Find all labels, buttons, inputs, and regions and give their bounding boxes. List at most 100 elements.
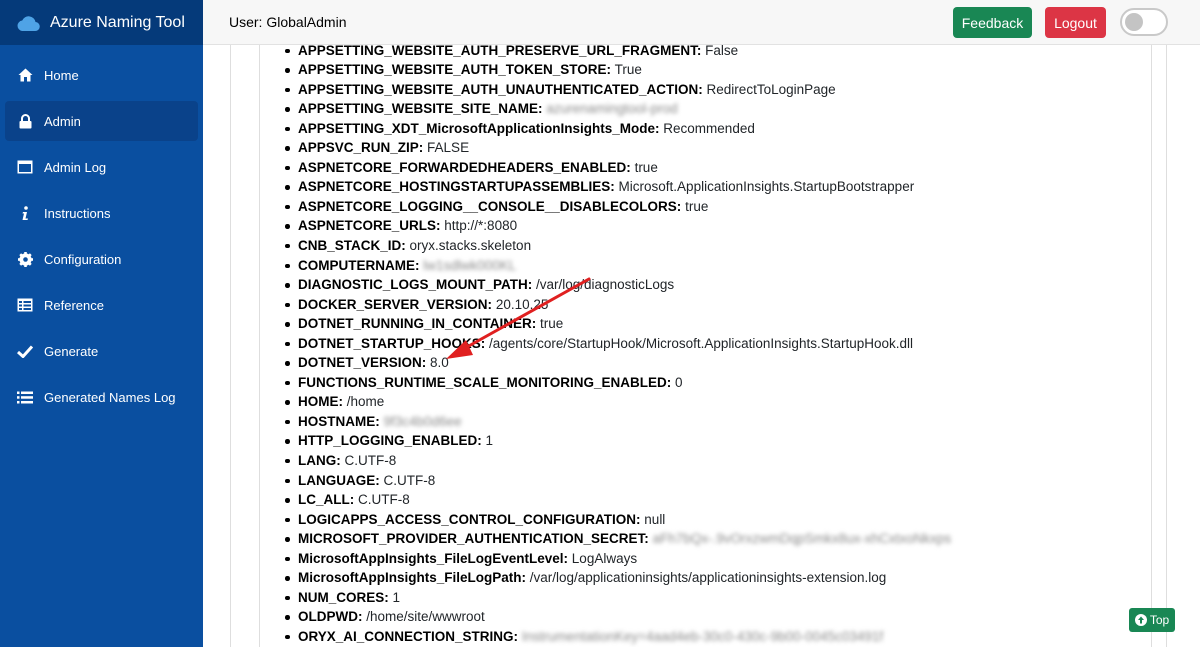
env-variable-key: LANG:	[298, 452, 341, 468]
env-variable-item: LC_ALL: C.UTF-8	[285, 490, 951, 510]
env-variable-key: DIAGNOSTIC_LOGS_MOUNT_PATH:	[298, 277, 533, 293]
env-variable-key: HOSTNAME:	[298, 413, 380, 429]
sidebar-item-reference[interactable]: Reference	[5, 285, 198, 325]
top-bar: User: GlobalAdmin Feedback Logout	[203, 0, 1200, 45]
env-variable-value: true	[685, 198, 709, 214]
env-variable-value: True	[614, 62, 642, 78]
env-variable-item: MICROSOFT_PROVIDER_AUTHENTICATION_SECRET…	[285, 529, 951, 549]
env-variable-key: CNB_STACK_ID:	[298, 237, 406, 253]
env-variable-item: APPSETTING_WEBSITE_AUTH_UNAUTHENTICATED_…	[285, 80, 951, 100]
env-variable-value-redacted: azurenamingtool-prod	[546, 101, 678, 117]
arrow-up-circle-icon	[1134, 614, 1147, 626]
sidebar-item-configuration[interactable]: Configuration	[5, 239, 198, 279]
app-title: Azure Naming Tool	[50, 13, 185, 31]
env-variable-value: true	[540, 316, 564, 332]
env-variable-key: APPSETTING_WEBSITE_AUTH_PRESERVE_URL_FRA…	[298, 45, 702, 58]
environment-variables-list: APPSETTING_WEBSITE_AUTH_PRESERVE_URL_FRA…	[285, 45, 951, 646]
brand[interactable]: Azure Naming Tool	[0, 0, 203, 45]
env-variable-value: FALSE	[427, 140, 470, 156]
env-variable-item: HOSTNAME: 9f3c4b0d6ee	[285, 412, 951, 432]
sidebar-item-admin-log[interactable]: Admin Log	[5, 147, 198, 187]
sidebar-item-admin[interactable]: Admin	[5, 101, 198, 141]
scroll-top-button[interactable]: Top	[1129, 608, 1175, 632]
env-variable-item: LOGICAPPS_ACCESS_CONTROL_CONFIGURATION: …	[285, 510, 951, 530]
sidebar-item-home[interactable]: Home	[5, 55, 198, 95]
info-icon	[17, 205, 33, 221]
cloud-icon	[16, 13, 40, 33]
env-variable-value: /home/site/wwwroot	[366, 609, 485, 625]
env-variable-key: LOGICAPPS_ACCESS_CONTROL_CONFIGURATION:	[298, 511, 641, 527]
env-variable-value: null	[644, 511, 666, 527]
logout-button[interactable]: Logout	[1045, 7, 1106, 38]
env-variable-item: LANGUAGE: C.UTF-8	[285, 471, 951, 491]
env-variable-key: NUM_CORES:	[298, 589, 389, 605]
sidebar-item-instructions[interactable]: Instructions	[5, 193, 198, 233]
list-icon	[17, 389, 33, 405]
env-variable-item: FUNCTIONS_RUNTIME_SCALE_MONITORING_ENABL…	[285, 373, 951, 393]
env-variable-item: HTTP_LOGGING_ENABLED: 1	[285, 431, 951, 451]
env-variable-key: DOCKER_SERVER_VERSION:	[298, 296, 493, 312]
env-variable-key: LANGUAGE:	[298, 472, 380, 488]
current-user-label: User: GlobalAdmin	[229, 14, 347, 30]
env-variable-value-redacted: aFh7bQx-.9vOrxzwmDqpSmkx8ux-xhCxtxoNkxps	[652, 531, 952, 547]
env-variable-item: NUM_CORES: 1	[285, 588, 951, 608]
env-variable-value: 20.10.25	[495, 296, 549, 312]
home-icon	[17, 67, 33, 83]
env-variable-value: False	[705, 45, 739, 58]
toggle-knob	[1125, 13, 1143, 31]
gear-icon	[17, 251, 33, 267]
env-variable-value: LogAlways	[571, 550, 638, 566]
sidebar-item-label: Reference	[44, 297, 104, 313]
env-variable-key: DOTNET_VERSION:	[298, 355, 427, 371]
env-variable-value: 1	[392, 589, 401, 605]
env-variable-key: APPSETTING_XDT_MicrosoftApplicationInsig…	[298, 120, 660, 136]
feedback-button[interactable]: Feedback	[953, 7, 1032, 38]
sidebar-item-generate[interactable]: Generate	[5, 331, 198, 371]
env-variable-item: COMPUTERNAME: lw1sdlwk000KL	[285, 256, 951, 276]
sidebar-item-label: Admin Log	[44, 159, 107, 175]
env-variable-value: /var/log/applicationinsights/application…	[529, 570, 887, 586]
env-variable-item: ASPNETCORE_URLS: http://*:8080	[285, 216, 951, 236]
sidebar-item-label: Instructions	[44, 205, 111, 221]
sidebar-item-label: Configuration	[44, 251, 122, 267]
env-variable-value: C.UTF-8	[358, 492, 410, 508]
env-variable-item: ASPNETCORE_LOGGING__CONSOLE__DISABLECOLO…	[285, 197, 951, 217]
env-variable-key: OLDPWD:	[298, 609, 363, 625]
lock-icon	[17, 113, 33, 129]
env-variable-value: http://*:8080	[444, 218, 518, 234]
env-variable-key: APPSETTING_WEBSITE_AUTH_UNAUTHENTICATED_…	[298, 81, 703, 97]
env-variable-item: DOTNET_VERSION: 8.0	[285, 353, 951, 373]
window-icon	[17, 159, 33, 175]
env-variable-item: ORYX_AI_CONNECTION_STRING: Instrumentati…	[285, 627, 951, 647]
check-icon	[17, 343, 33, 359]
env-variable-key: LC_ALL:	[298, 492, 355, 508]
sidebar-item-generated-names-log[interactable]: Generated Names Log	[5, 377, 198, 417]
theme-toggle[interactable]	[1120, 8, 1168, 36]
env-variable-value: /home	[346, 394, 385, 410]
env-variable-key: ORYX_AI_CONNECTION_STRING:	[298, 628, 519, 644]
main-content[interactable]: APPSETTING_WEBSITE_AUTH_PRESERVE_URL_FRA…	[203, 45, 1200, 647]
env-variable-key: COMPUTERNAME:	[298, 257, 420, 273]
env-variable-value-redacted: InstrumentationKey=4aad4eb-30c0-430c-9b0…	[521, 628, 884, 644]
env-variable-item: CNB_STACK_ID: oryx.stacks.skeleton	[285, 236, 951, 256]
env-variable-key: ASPNETCORE_FORWARDEDHEADERS_ENABLED:	[298, 159, 631, 175]
env-variable-value: C.UTF-8	[383, 472, 436, 488]
env-variable-key: MicrosoftAppInsights_FileLogPath:	[298, 570, 526, 586]
env-variable-item: ASPNETCORE_FORWARDEDHEADERS_ENABLED: tru…	[285, 158, 951, 178]
env-variable-item: ASPNETCORE_HOSTINGSTARTUPASSEMBLIES: Mic…	[285, 177, 951, 197]
env-variable-value: Recommended	[663, 120, 755, 136]
scroll-top-label: Top	[1149, 613, 1170, 627]
env-variable-value: /var/log/diagnosticLogs	[536, 277, 675, 293]
env-variable-key: APPSVC_RUN_ZIP:	[298, 140, 424, 156]
sidebar-nav: Home Admin Admin Log Instructions Config…	[0, 45, 203, 417]
table-icon	[17, 297, 33, 313]
env-variable-value-redacted: lw1sdlwk000KL	[423, 257, 517, 273]
env-variable-value-redacted: 9f3c4b0d6ee	[383, 413, 462, 429]
sidebar: Azure Naming Tool Home Admin Admin Log I…	[0, 0, 203, 647]
env-variable-key: DOTNET_STARTUP_HOOKS:	[298, 335, 486, 351]
env-variable-value: /agents/core/StartupHook/Microsoft.Appli…	[489, 335, 913, 351]
env-variable-key: APPSETTING_WEBSITE_SITE_NAME:	[298, 101, 543, 117]
env-variable-key: MicrosoftAppInsights_FileLogEventLevel:	[298, 550, 569, 566]
env-variable-item: HOME: /home	[285, 392, 951, 412]
sidebar-item-label: Generate	[44, 343, 99, 359]
